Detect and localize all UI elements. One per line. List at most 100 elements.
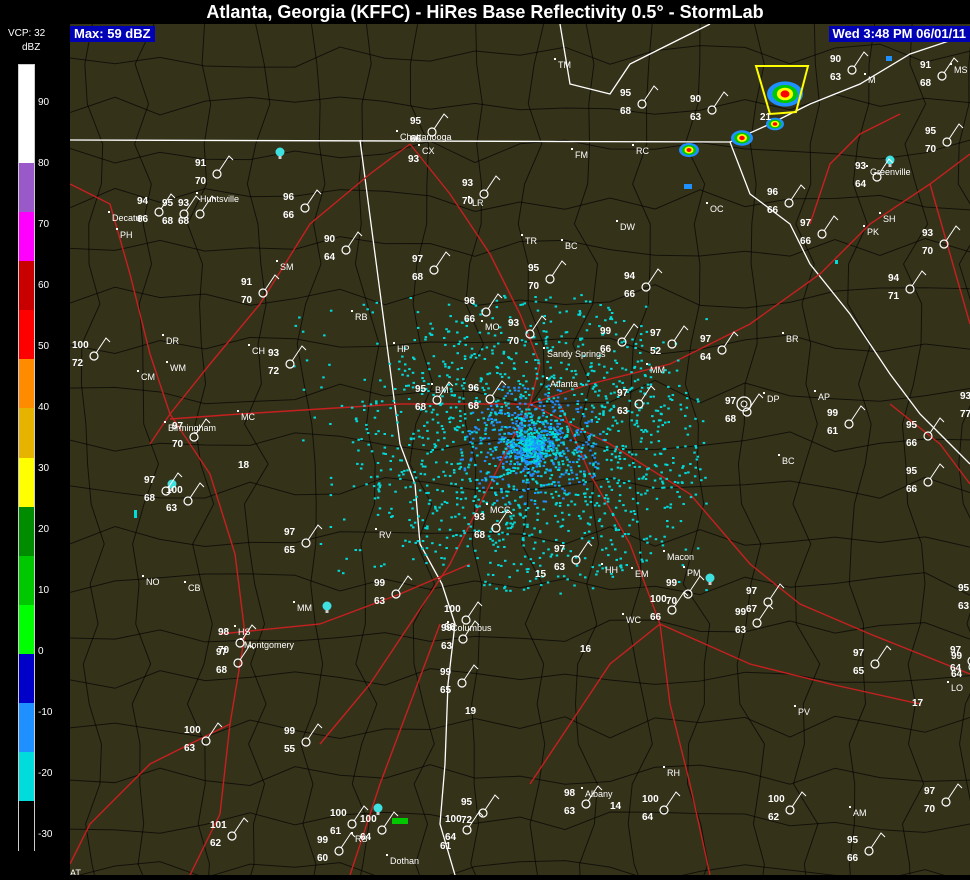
station-dewpoint: 68 <box>468 401 480 412</box>
radar-echo <box>542 464 545 467</box>
radar-echo <box>482 486 485 489</box>
radar-echo <box>649 535 652 538</box>
radar-echo <box>457 343 460 345</box>
station-dewpoint: 65 <box>440 685 452 696</box>
radar-echo <box>542 508 545 511</box>
radar-echo <box>669 503 673 506</box>
radar-echo <box>450 394 454 397</box>
radar-echo <box>677 581 681 583</box>
legend-swatch <box>19 212 34 262</box>
max-dbz-badge: Max: 59 dBZ <box>70 26 155 42</box>
map-canvas[interactable]: TMFM RCChattanoogaCXLRHuntsvilleDecaturPH… <box>24 0 970 880</box>
radar-echo <box>548 454 552 457</box>
radar-echo <box>645 559 648 562</box>
radar-echo <box>676 481 680 484</box>
radar-echo <box>587 530 591 533</box>
radar-echo <box>504 447 508 450</box>
radar-echo <box>466 545 469 548</box>
radar-echo <box>631 518 635 521</box>
station-temperature: 95 <box>162 198 174 209</box>
station-dewpoint: 71 <box>888 291 900 302</box>
radar-echo <box>659 419 662 422</box>
radar-echo <box>658 452 662 455</box>
radar-echo <box>663 535 666 538</box>
radar-echo <box>551 496 555 499</box>
radar-echo <box>498 539 501 542</box>
radar-echo <box>645 330 649 333</box>
radar-echo <box>679 520 683 523</box>
radar-echo <box>694 446 698 449</box>
radar-echo <box>586 488 589 491</box>
radar-echo <box>688 425 692 428</box>
station-temperature: 99 <box>951 651 963 662</box>
radar-echo <box>510 517 513 520</box>
radar-echo <box>376 513 380 516</box>
radar-echo <box>488 442 491 445</box>
city-label: EM <box>635 569 649 579</box>
radar-echo <box>621 381 624 384</box>
radar-echo <box>467 463 471 466</box>
radar-echo <box>684 414 687 417</box>
radar-echo <box>557 403 561 406</box>
station-dewpoint: 63 <box>166 503 178 514</box>
radar-echo <box>586 503 589 506</box>
station-circle <box>429 265 439 275</box>
radar-echo <box>538 463 541 466</box>
radar-echo <box>509 463 512 466</box>
radar-echo <box>457 513 461 516</box>
station-dewpoint: 65 <box>284 545 296 556</box>
radar-echo <box>608 428 612 431</box>
radar-echo <box>540 584 543 587</box>
station-dewpoint: 63 <box>830 72 842 83</box>
radar-echo <box>469 480 472 483</box>
radar-echo <box>352 485 356 488</box>
radar-echo <box>614 333 618 336</box>
radar-echo <box>427 362 430 365</box>
radar-echo <box>579 517 582 520</box>
radar-echo <box>686 433 690 436</box>
radar-echo <box>453 471 456 474</box>
station-circle <box>341 245 351 255</box>
radar-echo <box>584 300 588 303</box>
radar-echo <box>507 483 510 486</box>
station-temperature: 100 <box>330 808 347 819</box>
radar-site-icon <box>740 400 748 408</box>
radar-echo <box>666 505 669 508</box>
radar-echo <box>583 532 587 534</box>
radar-echo <box>573 503 577 506</box>
radar-echo <box>663 486 666 489</box>
station-extra-label: 16 <box>580 644 592 655</box>
radar-echo <box>376 475 379 478</box>
radar-echo <box>380 565 383 568</box>
radar-echo <box>507 402 510 405</box>
radar-map[interactable]: TM FM RC Chattanooga CX LR Huntsville Decatur PH… <box>24 0 970 880</box>
radar-echo <box>479 470 482 473</box>
radar-echo <box>538 398 541 401</box>
city-label: Columbus <box>451 623 492 633</box>
station-dewpoint: 70 <box>922 246 934 257</box>
radar-echo <box>452 417 455 420</box>
city-marker <box>864 73 866 75</box>
radar-echo <box>446 374 449 377</box>
radar-echo <box>557 463 561 466</box>
radar-echo <box>510 470 513 473</box>
radar-echo <box>596 467 599 470</box>
radar-echo <box>512 508 515 511</box>
radar-echo <box>676 491 679 493</box>
radar-echo <box>379 379 382 382</box>
radar-echo <box>477 428 481 431</box>
radar-echo <box>517 380 520 383</box>
radar-echo <box>474 356 478 359</box>
radar-echo <box>427 383 430 385</box>
city-marker <box>879 212 881 214</box>
radar-echo <box>502 450 505 453</box>
radar-echo <box>705 502 708 505</box>
station-dewpoint: 63 <box>958 601 970 612</box>
radar-echo <box>614 359 617 362</box>
radar-echo <box>567 513 571 516</box>
radar-echo <box>442 360 445 363</box>
station-dewpoint: 68 <box>144 493 156 504</box>
radar-echo <box>628 524 631 527</box>
radar-echo <box>492 424 495 427</box>
radar-echo <box>430 411 434 414</box>
